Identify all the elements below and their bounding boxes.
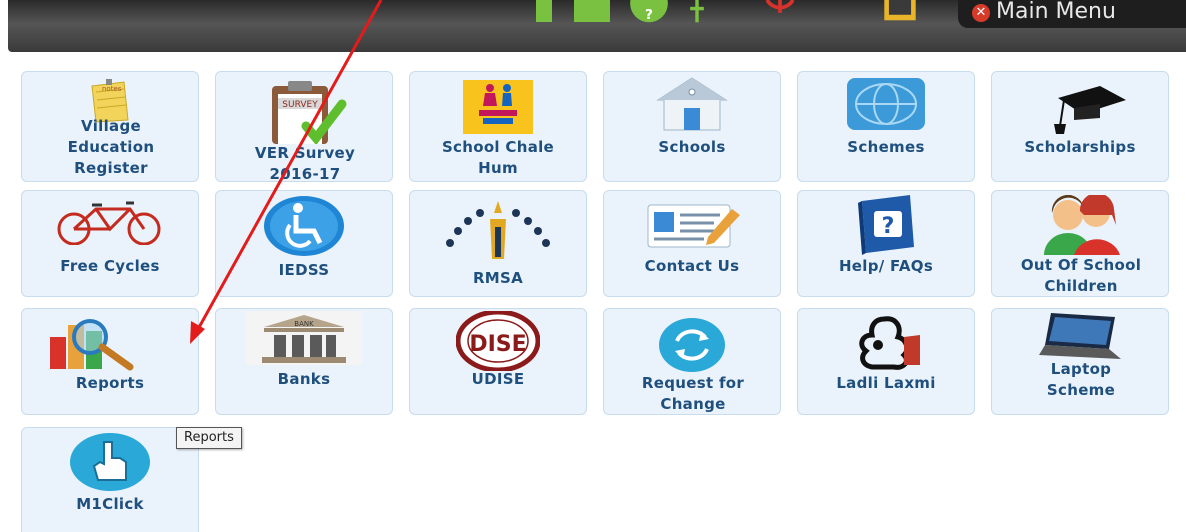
- laptop-icon: [1039, 313, 1121, 359]
- tile-ver-survey[interactable]: SURVEY VER Survey 2016-17: [215, 71, 393, 183]
- help-book-icon: ?: [858, 195, 914, 255]
- reports-tooltip: Reports: [176, 427, 242, 449]
- tile-label: Schemes: [847, 138, 925, 156]
- refresh-icon: [659, 318, 725, 372]
- tile-village-education-register[interactable]: notes Village Education Register: [21, 71, 199, 182]
- globe-icon: [847, 78, 925, 130]
- tile-banks[interactable]: BANK Banks: [215, 308, 393, 415]
- close-icon: ✕: [972, 4, 990, 22]
- bank-building-icon: BANK: [246, 311, 362, 365]
- tile-label: Village Education Register: [67, 117, 155, 177]
- tile-label: Laptop Scheme: [1046, 360, 1116, 399]
- mail-icon[interactable]: [572, 0, 612, 24]
- tile-label: School Chale Hum: [441, 138, 555, 177]
- tile-label: Free Cycles: [60, 257, 160, 275]
- main-menu-label: Main Menu: [996, 0, 1116, 24]
- svg-text:SURVEY: SURVEY: [282, 100, 318, 110]
- tile-label: Scholarships: [1024, 138, 1136, 156]
- main-menu-button[interactable]: ✕ Main Menu: [958, 0, 1186, 28]
- tile-m1click[interactable]: M1Click: [21, 427, 199, 532]
- reports-chart-icon: [50, 319, 134, 371]
- tile-label: Out Of School Children: [1020, 256, 1142, 295]
- bicycle-icon: [57, 201, 161, 245]
- power-icon[interactable]: [760, 0, 800, 24]
- svg-text:?: ?: [882, 214, 895, 239]
- contact-card-icon: [647, 204, 740, 248]
- tile-schemes[interactable]: Schemes: [797, 71, 975, 182]
- svg-text:?: ?: [645, 7, 653, 23]
- tile-ladli-laxmi[interactable]: Ladli Laxmi: [797, 308, 975, 415]
- tile-label: Contact Us: [644, 257, 740, 275]
- svg-text:DISE: DISE: [469, 332, 526, 357]
- tile-school-chale-hum[interactable]: School Chale Hum: [409, 71, 587, 182]
- hand-pointer-icon: [70, 433, 150, 491]
- tile-label: Help/ FAQs: [838, 257, 934, 275]
- udise-seal-icon: DISE: [456, 311, 540, 371]
- tile-reports[interactable]: Reports: [21, 308, 199, 415]
- tile-rmsa[interactable]: RMSA: [409, 190, 587, 297]
- tile-label: M1Click: [76, 495, 144, 513]
- help-icon[interactable]: ?: [624, 0, 674, 24]
- children-icon: [1044, 195, 1120, 255]
- rmsa-logo: [446, 201, 550, 259]
- home-icon[interactable]: [530, 0, 558, 24]
- tile-label: Reports: [75, 374, 145, 392]
- ladli-laxmi-logo: [859, 316, 920, 370]
- tile-udise[interactable]: DISE UDISE: [409, 308, 587, 415]
- tile-iedss[interactable]: IEDSS: [215, 190, 393, 297]
- tile-laptop-scheme[interactable]: Laptop Scheme: [991, 308, 1169, 415]
- tile-label: Schools: [658, 138, 726, 156]
- wheelchair-icon: [264, 196, 344, 256]
- school-chale-hum-logo: [463, 80, 533, 134]
- tile-label: IEDSS: [278, 261, 330, 279]
- survey-clipboard-icon: SURVEY: [272, 81, 347, 144]
- tile-label: Ladli Laxmi: [836, 374, 936, 392]
- tile-out-of-school-children[interactable]: Out Of School Children: [991, 190, 1169, 297]
- profile-card-icon[interactable]: [880, 0, 920, 24]
- tile-schools[interactable]: Schools: [603, 71, 781, 182]
- tile-label: UDISE: [471, 370, 525, 388]
- graduation-cap-icon: [1054, 86, 1126, 134]
- svg-text:notes: notes: [102, 85, 122, 93]
- svg-text:BANK: BANK: [294, 320, 314, 328]
- tile-label: RMSA: [472, 269, 524, 287]
- school-building-icon: [656, 77, 728, 131]
- tile-help-faqs[interactable]: ? Help/ FAQs: [797, 190, 975, 297]
- tile-scholarships[interactable]: Scholarships: [991, 71, 1169, 182]
- top-toolbar: ? ✕ Main Menu: [8, 0, 1186, 52]
- tile-label: VER Survey 2016-17: [254, 144, 356, 183]
- tile-request-for-change[interactable]: Request for Change: [603, 308, 781, 415]
- tile-label: Banks: [277, 370, 331, 388]
- tree-icon[interactable]: [686, 0, 708, 24]
- tile-free-cycles[interactable]: Free Cycles: [21, 190, 199, 297]
- tile-label: Request for Change: [641, 374, 745, 413]
- tile-contact-us[interactable]: Contact Us: [603, 190, 781, 297]
